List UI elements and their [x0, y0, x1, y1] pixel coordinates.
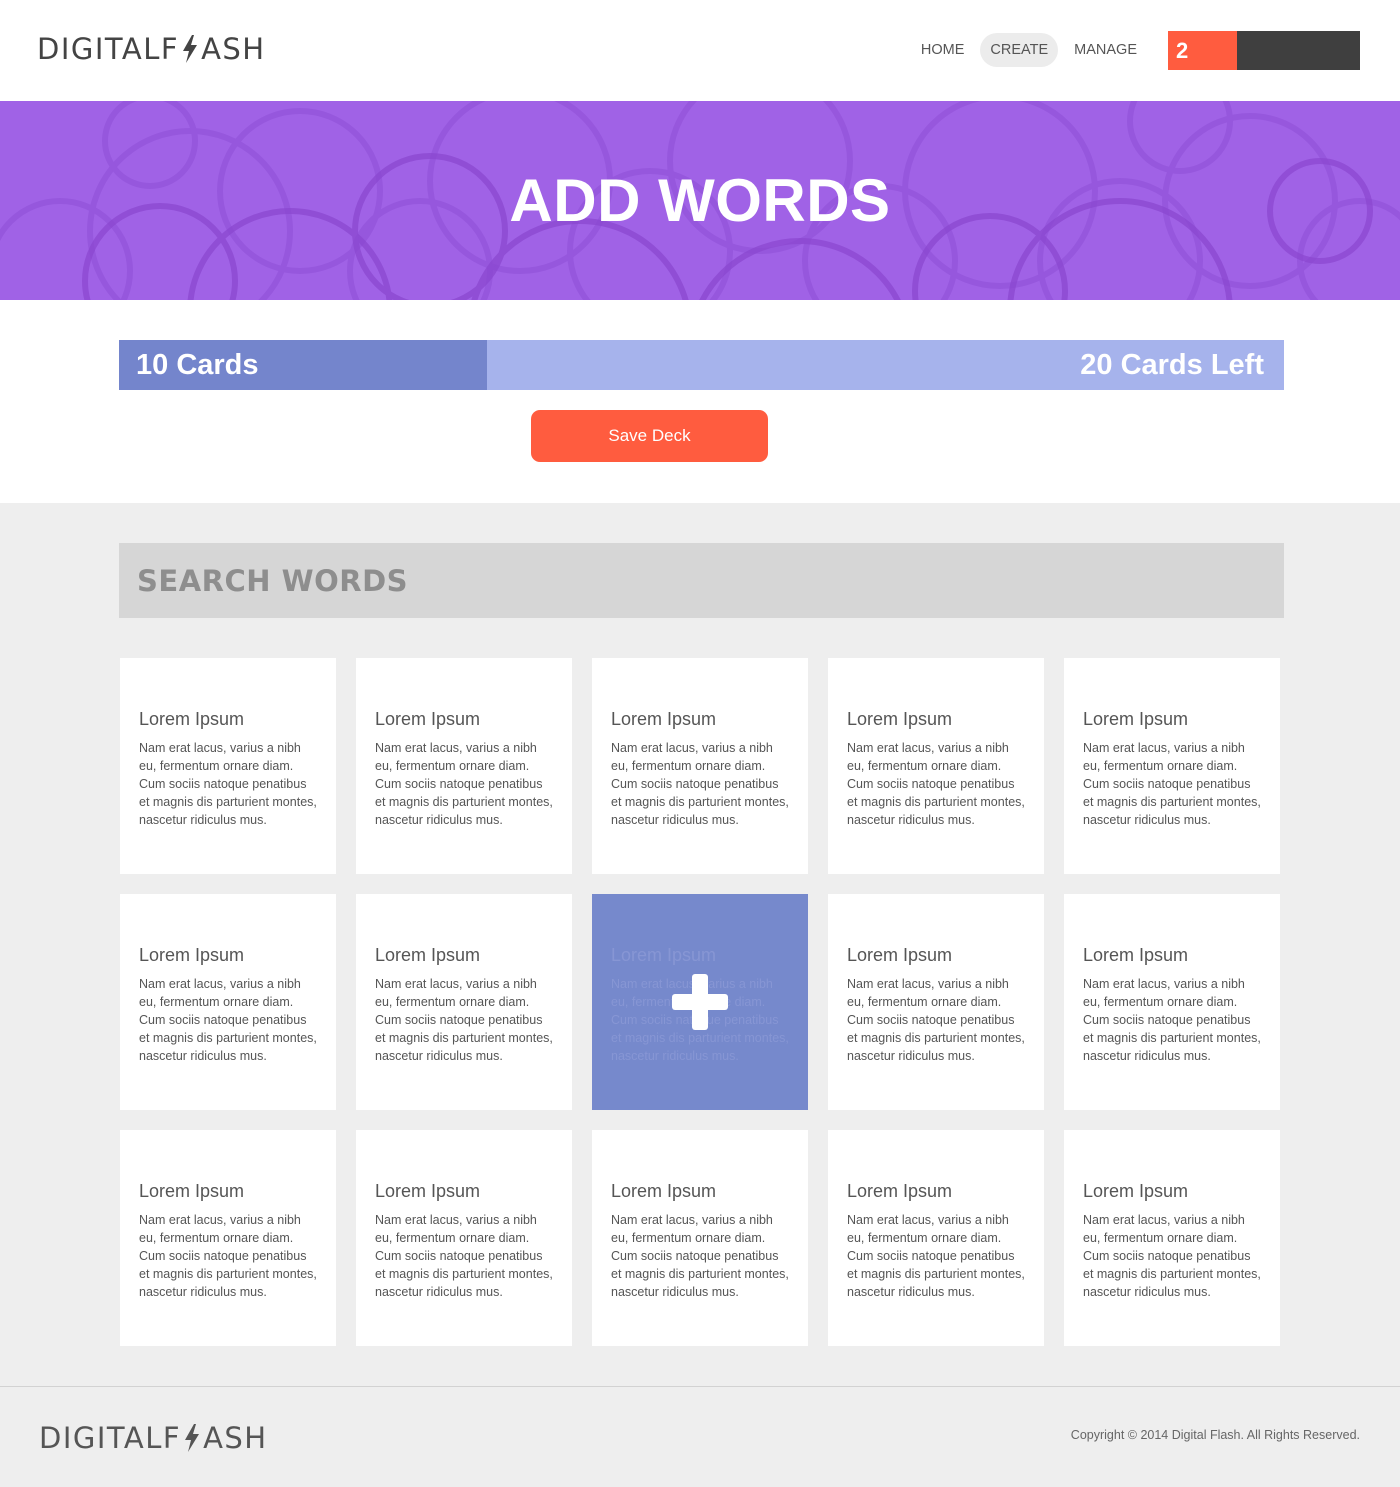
search-bar — [119, 543, 1284, 618]
page-title: ADD WORDS — [509, 167, 891, 234]
word-card[interactable]: Lorem Ipsum Nam erat lacus, varius a nibh… — [592, 894, 808, 1110]
nav-create[interactable]: CREATE — [980, 33, 1059, 67]
footer-logo-text-right: ASH — [203, 1421, 268, 1455]
word-card-title: Lorem Ipsum — [139, 709, 245, 729]
word-card-description: Nam erat lacus, varius a nibh eu, fermen… — [611, 1213, 789, 1299]
counter-bar — [1237, 31, 1360, 70]
word-card[interactable]: Lorem Ipsum Nam erat lacus, varius a nibh… — [356, 894, 572, 1110]
word-card-title: Lorem Ipsum — [375, 1181, 481, 1201]
site-footer: DIGITAL F ASH Copyright © 2014 Digital Fla… — [0, 1386, 1400, 1487]
word-card[interactable]: Lorem Ipsum Nam erat lacus, varius a nibh… — [592, 658, 808, 874]
word-card-title: Lorem Ipsum — [139, 945, 245, 965]
plus-icon[interactable] — [672, 974, 728, 1030]
word-card[interactable]: Lorem Ipsum Nam erat lacus, varius a nibh… — [356, 658, 572, 874]
footer-logo[interactable]: DIGITAL F ASH — [39, 1420, 268, 1456]
word-card-title: Lorem Ipsum — [1083, 945, 1189, 965]
word-card-description: Nam erat lacus, varius a nibh eu, fermen… — [847, 1213, 1025, 1299]
word-card[interactable]: Lorem Ipsum Nam erat lacus, varius a nibh… — [120, 1130, 336, 1346]
footer-logo-text-left: DIGITAL — [39, 1421, 163, 1455]
logo-text-right: ASH — [201, 32, 266, 66]
lightning-bolt-icon — [182, 1424, 202, 1452]
word-card-title: Lorem Ipsum — [1083, 1181, 1189, 1201]
word-card[interactable]: Lorem Ipsum Nam erat lacus, varius a nibh… — [1064, 658, 1280, 874]
word-card-description: Nam erat lacus, varius a nibh eu, fermen… — [139, 741, 317, 827]
word-card[interactable]: Lorem Ipsum Nam erat lacus, varius a nibh… — [1064, 894, 1280, 1110]
deck-counter[interactable]: 2 — [1168, 31, 1360, 70]
word-card-description: Nam erat lacus, varius a nibh eu, fermen… — [375, 741, 553, 827]
word-card[interactable]: Lorem Ipsum Nam erat lacus, varius a nibh… — [592, 1130, 808, 1346]
lightning-bolt-icon — [180, 35, 200, 63]
word-card-title: Lorem Ipsum — [847, 945, 953, 965]
word-card[interactable]: Lorem Ipsum Nam erat lacus, varius a nibh… — [828, 894, 1044, 1110]
word-card[interactable]: Lorem Ipsum Nam erat lacus, varius a nibh… — [828, 658, 1044, 874]
word-card-title: Lorem Ipsum — [847, 709, 953, 729]
logo-text-left: DIGITAL — [37, 32, 161, 66]
cards-count-label: 10 Cards — [136, 349, 259, 381]
hero-banner: ADD WORDS — [0, 101, 1400, 300]
word-card-title: Lorem Ipsum — [1083, 709, 1189, 729]
word-card-description: Nam erat lacus, varius a nibh eu, fermen… — [847, 741, 1025, 827]
search-input[interactable] — [119, 543, 1284, 618]
main-nav: HOME CREATE MANAGE — [905, 33, 1145, 67]
word-card[interactable]: Lorem Ipsum Nam erat lacus, varius a nibh… — [1064, 1130, 1280, 1346]
footer-logo-text-mid: F — [162, 1421, 182, 1455]
save-deck-button[interactable]: Save Deck — [531, 410, 768, 462]
word-card-title: Lorem Ipsum — [611, 709, 717, 729]
word-card-title: Lorem Ipsum — [847, 1181, 953, 1201]
word-card-description: Nam erat lacus, varius a nibh eu, fermen… — [139, 1213, 317, 1299]
nav-manage[interactable]: MANAGE — [1066, 33, 1145, 67]
counter-badge: 2 — [1168, 31, 1237, 70]
nav-home[interactable]: HOME — [913, 33, 973, 67]
logo-text-mid: F — [160, 32, 180, 66]
word-card-description: Nam erat lacus, varius a nibh eu, fermen… — [847, 977, 1025, 1063]
word-card-description: Nam erat lacus, varius a nibh eu, fermen… — [375, 977, 553, 1063]
logo[interactable]: DIGITAL F ASH — [37, 31, 266, 67]
word-card-title: Lorem Ipsum — [611, 945, 717, 965]
word-card[interactable]: Lorem Ipsum Nam erat lacus, varius a nibh… — [120, 658, 336, 874]
word-card-title: Lorem Ipsum — [139, 1181, 245, 1201]
word-card-description: Nam erat lacus, varius a nibh eu, fermen… — [1083, 741, 1261, 827]
word-card-description: Nam erat lacus, varius a nibh eu, fermen… — [375, 1213, 553, 1299]
word-card-title: Lorem Ipsum — [375, 709, 481, 729]
word-card[interactable]: Lorem Ipsum Nam erat lacus, varius a nibh… — [828, 1130, 1044, 1346]
word-card-description: Nam erat lacus, varius a nibh eu, fermen… — [1083, 977, 1261, 1063]
word-card-description: Nam erat lacus, varius a nibh eu, fermen… — [139, 977, 317, 1063]
word-card[interactable]: Lorem Ipsum Nam erat lacus, varius a nibh… — [120, 894, 336, 1110]
word-card-description: Nam erat lacus, varius a nibh eu, fermen… — [611, 741, 789, 827]
copyright-text: Copyright © 2014 Digital Flash. All Righ… — [1070, 1428, 1360, 1442]
cards-left-label: 20 Cards Left — [1080, 349, 1264, 381]
cards-progress-bar: 10 Cards 20 Cards Left — [119, 340, 1284, 390]
site-header: DIGITAL F ASH HOME CREATE MANAGE 2 — [0, 0, 1400, 101]
word-card-title: Lorem Ipsum — [375, 945, 481, 965]
word-card-title: Lorem Ipsum — [611, 1181, 717, 1201]
word-card[interactable]: Lorem Ipsum Nam erat lacus, varius a nibh… — [356, 1130, 572, 1346]
word-card-description: Nam erat lacus, varius a nibh eu, fermen… — [1083, 1213, 1261, 1299]
